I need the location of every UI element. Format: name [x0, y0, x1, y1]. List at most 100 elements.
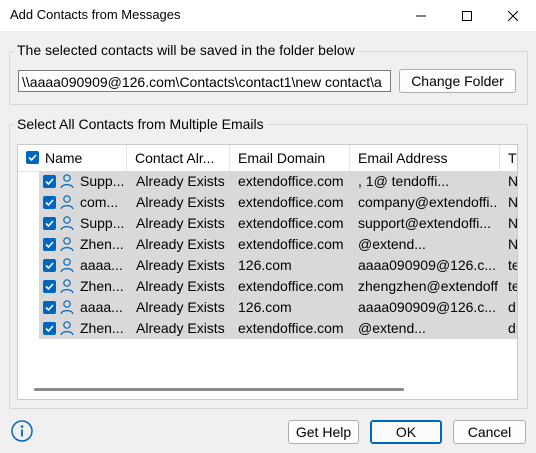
checkbox-icon [45, 199, 54, 207]
contact-name: aaaa... [80, 257, 123, 273]
row-checkbox[interactable] [43, 322, 56, 335]
contact-name: aaaa... [80, 299, 123, 315]
email-domain: extendoffice.com [238, 215, 344, 231]
close-icon [508, 10, 518, 21]
person-icon [60, 300, 74, 315]
email-domain: extendoffice.com [238, 236, 344, 252]
email-domain: extendoffice.com [238, 320, 344, 336]
contact-name: com... [80, 194, 119, 210]
person-icon [60, 279, 74, 294]
info-icon [11, 420, 33, 442]
get-help-button[interactable]: Get Help [288, 420, 359, 444]
row-checkbox[interactable] [43, 217, 56, 230]
row-checkbox[interactable] [43, 238, 56, 251]
email-domain: 126.com [238, 299, 292, 315]
column-header-title[interactable]: Ti [508, 145, 517, 171]
checkbox-icon [45, 241, 54, 249]
contact-name: Supp... [80, 215, 125, 231]
email-domain: extendoffice.com [238, 194, 344, 210]
column-header-contact-already[interactable]: Contact Alr... [135, 145, 225, 171]
person-icon [60, 174, 74, 189]
email-address: aaaa090909@126.c... [358, 299, 496, 315]
email-domain: extendoffice.com [238, 278, 344, 294]
info-button[interactable] [11, 420, 33, 442]
contact-title: N [508, 215, 518, 231]
person-icon [60, 195, 74, 210]
checkbox-icon [45, 325, 54, 333]
checkbox-icon [45, 304, 54, 312]
contacts-list[interactable]: Name Contact Alr... Email Domain Email A… [17, 144, 518, 400]
email-address: support@extendoffi... [358, 215, 492, 231]
table-row[interactable]: Zhen... Already Exists extendoffice.com … [18, 318, 517, 339]
person-icon [60, 258, 74, 273]
email-address: @extend... [358, 236, 426, 252]
row-checkbox[interactable] [43, 196, 56, 209]
contact-status: Already Exists [136, 215, 225, 231]
contact-status: Already Exists [136, 236, 225, 252]
maximize-button[interactable] [444, 0, 490, 31]
row-checkbox[interactable] [43, 175, 56, 188]
table-row[interactable]: Supp... Already Exists extendoffice.com … [18, 213, 517, 234]
checkbox-icon [45, 178, 54, 186]
column-header-email-address[interactable]: Email Address [358, 145, 498, 171]
row-checkbox[interactable] [43, 301, 56, 314]
contact-name: Supp... [80, 173, 125, 189]
row-checkbox[interactable] [43, 259, 56, 272]
contact-title: te [508, 257, 517, 273]
email-address: zhengzhen@extendoffi... [358, 278, 498, 294]
contact-status: Already Exists [136, 278, 225, 294]
checkbox-icon [28, 154, 37, 162]
scrollbar-thumb[interactable] [34, 388, 404, 391]
email-address: @extend... [358, 320, 426, 336]
contact-status: Already Exists [136, 194, 225, 210]
contact-title: d [508, 299, 516, 315]
person-icon [60, 216, 74, 231]
folder-path-field[interactable]: \\aaaa090909@126.com\Contacts\contact1\n… [18, 70, 391, 92]
title-bar: Add Contacts from Messages [0, 0, 536, 31]
person-icon [60, 321, 74, 336]
email-address: company@extendoffi... [358, 194, 498, 210]
contact-title: N [508, 173, 518, 189]
maximize-icon [462, 10, 472, 21]
window-title: Add Contacts from Messages [10, 7, 181, 22]
ok-button[interactable]: OK [370, 420, 442, 444]
table-row[interactable]: com... Already Exists extendoffice.com c… [18, 192, 517, 213]
minimize-button[interactable] [398, 0, 444, 31]
folder-group-label: The selected contacts will be saved in t… [14, 42, 358, 58]
table-row[interactable]: Supp... Already Exists extendoffice.com … [18, 171, 517, 192]
change-folder-button[interactable]: Change Folder [399, 69, 516, 93]
column-header-email-domain[interactable]: Email Domain [238, 145, 348, 171]
contact-status: Already Exists [136, 257, 225, 273]
table-row[interactable]: aaaa... Already Exists 126.com aaaa09090… [18, 297, 517, 318]
contact-status: Already Exists [136, 173, 225, 189]
contact-status: Already Exists [136, 299, 225, 315]
contact-name: Zhen... [80, 320, 124, 336]
contact-title: te [508, 278, 517, 294]
person-icon [60, 237, 74, 252]
checkbox-icon [45, 283, 54, 291]
contact-name: Zhen... [80, 236, 124, 252]
minimize-icon [416, 15, 426, 16]
contact-title: d [508, 320, 516, 336]
table-row[interactable]: Zhen... Already Exists extendoffice.com … [18, 234, 517, 255]
contact-title: N [508, 236, 518, 252]
table-row[interactable]: Zhen... Already Exists extendoffice.com … [18, 276, 517, 297]
contact-name: Zhen... [80, 278, 124, 294]
table-row[interactable]: aaaa... Already Exists 126.com aaaa09090… [18, 255, 517, 276]
contact-title: N [508, 194, 518, 210]
email-address: aaaa090909@126.c... [358, 257, 496, 273]
row-checkbox[interactable] [43, 280, 56, 293]
close-button[interactable] [490, 0, 536, 31]
horizontal-scrollbar[interactable] [18, 383, 517, 395]
checkbox-icon [45, 220, 54, 228]
list-header: Name Contact Alr... Email Domain Email A… [18, 145, 517, 172]
cancel-button[interactable]: Cancel [453, 420, 526, 444]
column-header-name[interactable]: Name [45, 145, 125, 171]
contacts-group-label: Select All Contacts from Multiple Emails [14, 116, 267, 132]
select-all-checkbox[interactable] [26, 151, 39, 164]
email-domain: 126.com [238, 257, 292, 273]
email-address: , 1@ tendoffi... [358, 173, 450, 189]
email-domain: extendoffice.com [238, 173, 344, 189]
checkbox-icon [45, 262, 54, 270]
contact-status: Already Exists [136, 320, 225, 336]
